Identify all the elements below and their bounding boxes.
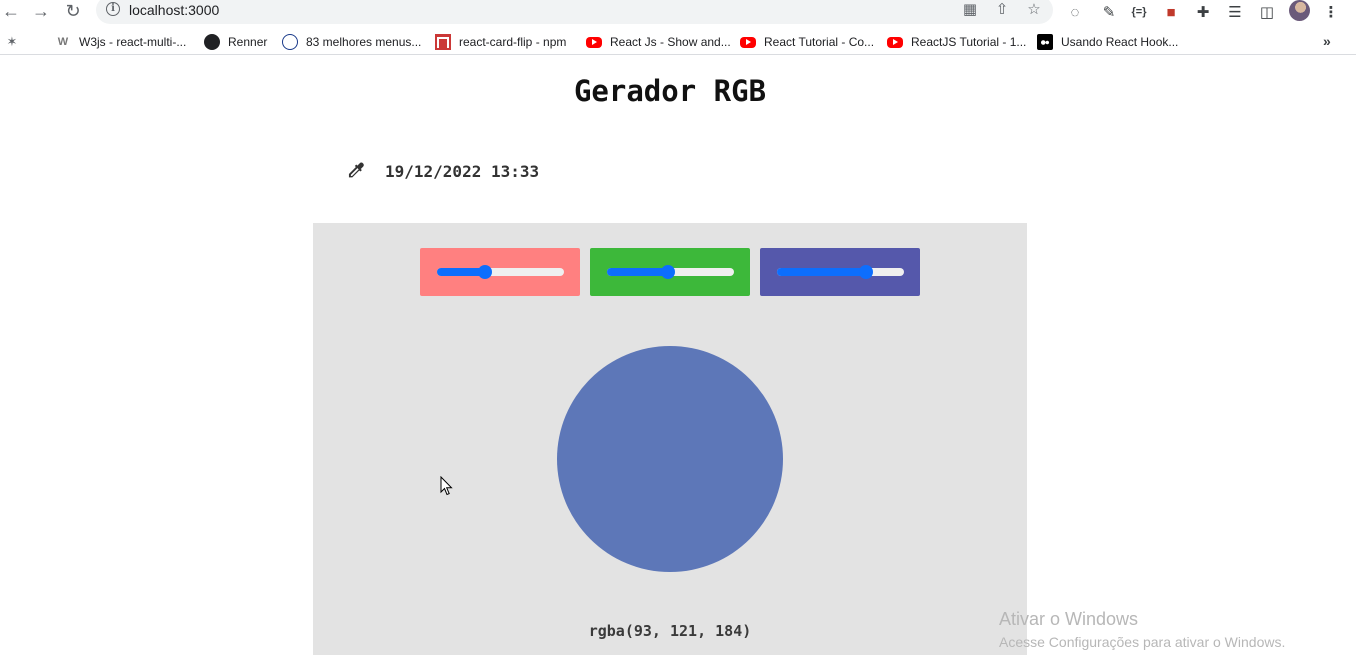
bookmark-label: 83 melhores menus...	[306, 35, 422, 49]
reload-icon[interactable]: ↻	[62, 0, 84, 22]
bookmark-renner[interactable]: Renner	[204, 33, 267, 51]
red-slider[interactable]	[437, 265, 564, 279]
reading-list-icon[interactable]: ☰	[1224, 1, 1246, 23]
page-title: Gerador RGB	[573, 74, 767, 108]
translate-icon[interactable]: ▦	[960, 0, 980, 19]
watermark-title: Ativar o Windows	[999, 609, 1139, 629]
bookmark-youtube-3[interactable]: ReactJS Tutorial - 1...	[887, 33, 1026, 51]
extension-devtools-icon[interactable]: ✎	[1098, 1, 1120, 23]
watermark-subtitle: Acesse Configurações para ativar o Windo…	[999, 634, 1286, 650]
extension-react-icon[interactable]: ■	[1160, 1, 1182, 23]
address-url[interactable]: localhost:3000	[129, 2, 219, 18]
share-icon[interactable]: ⇧	[992, 0, 1012, 19]
side-panel-icon[interactable]: ◫	[1256, 1, 1278, 23]
windows-activation-watermark: Ativar o Windows Acesse Configurações pa…	[999, 609, 1285, 650]
color-panel: rgba(93, 121, 184)	[313, 223, 1027, 655]
w3js-icon: W	[57, 36, 69, 48]
bookmark-w3js[interactable]: W W3js - react-multi-...	[55, 33, 187, 51]
datetime-label: 19/12/2022 13:33	[385, 161, 540, 181]
blue-slider-box	[760, 248, 920, 296]
browser-toolbar: ← → ↻ i localhost:3000 ▦ ⇧ ☆ ◌ ✎ {=} ■ ✚…	[0, 0, 1356, 24]
extension-loading-icon[interactable]: ◌	[1064, 1, 1086, 23]
medium-icon	[1037, 34, 1053, 50]
bookmark-label: W3js - react-multi-...	[79, 35, 187, 49]
npm-icon	[435, 34, 451, 50]
bookmark-star-icon[interactable]: ☆	[1024, 0, 1044, 19]
back-icon[interactable]: ←	[0, 0, 22, 22]
blue-slider[interactable]	[777, 265, 904, 279]
bookmarks-bar: ✶ W W3js - react-multi-... Renner 83 melh…	[0, 29, 1356, 55]
bookmark-youtube-1[interactable]: React Js - Show and...	[586, 33, 731, 51]
red-slider-box	[420, 248, 580, 296]
slider-fill	[607, 268, 668, 276]
address-bar[interactable]: i localhost:3000 ▦ ⇧ ☆	[96, 0, 1053, 24]
youtube-icon	[887, 36, 903, 48]
slider-thumb[interactable]	[478, 265, 492, 279]
bookmark-label: react-card-flip - npm	[459, 35, 567, 49]
mouse-cursor-icon	[440, 476, 453, 496]
slider-fill	[777, 268, 866, 276]
profile-avatar[interactable]	[1289, 0, 1310, 21]
apps-icon[interactable]: ✶	[4, 33, 20, 51]
rgba-value: rgba(93, 121, 184)	[588, 622, 752, 640]
eyedropper-icon[interactable]	[345, 160, 367, 182]
bookmark-label: Usando React Hook...	[1061, 35, 1179, 49]
bookmark-menus[interactable]: 83 melhores menus...	[282, 33, 421, 51]
bookmark-label: Renner	[228, 35, 268, 49]
bookmark-label: ReactJS Tutorial - 1...	[911, 35, 1027, 49]
youtube-icon	[740, 36, 756, 48]
forward-icon[interactable]: →	[30, 0, 52, 22]
green-slider[interactable]	[607, 265, 734, 279]
bookmark-label: React Js - Show and...	[610, 35, 731, 49]
bookmark-npm[interactable]: react-card-flip - npm	[435, 33, 566, 51]
slider-thumb[interactable]	[859, 265, 873, 279]
globe-icon	[204, 34, 220, 50]
extensions-puzzle-icon[interactable]: ✚	[1192, 1, 1214, 23]
rocket-icon	[282, 34, 298, 50]
youtube-icon	[586, 36, 602, 48]
bookmark-label: React Tutorial - Co...	[764, 35, 875, 49]
bookmark-medium[interactable]: Usando React Hook...	[1037, 33, 1178, 51]
bookmark-youtube-2[interactable]: React Tutorial - Co...	[740, 33, 874, 51]
color-swatch-circle	[557, 346, 783, 572]
date-row: 19/12/2022 13:33	[345, 159, 539, 183]
green-slider-box	[590, 248, 750, 296]
more-bookmarks-icon[interactable]: »	[1323, 33, 1331, 49]
extension-json-icon[interactable]: {=}	[1128, 1, 1150, 23]
menu-kebab-icon[interactable]: ⋮	[1320, 1, 1342, 23]
site-info-icon[interactable]: i	[106, 2, 120, 16]
slider-thumb[interactable]	[661, 265, 675, 279]
